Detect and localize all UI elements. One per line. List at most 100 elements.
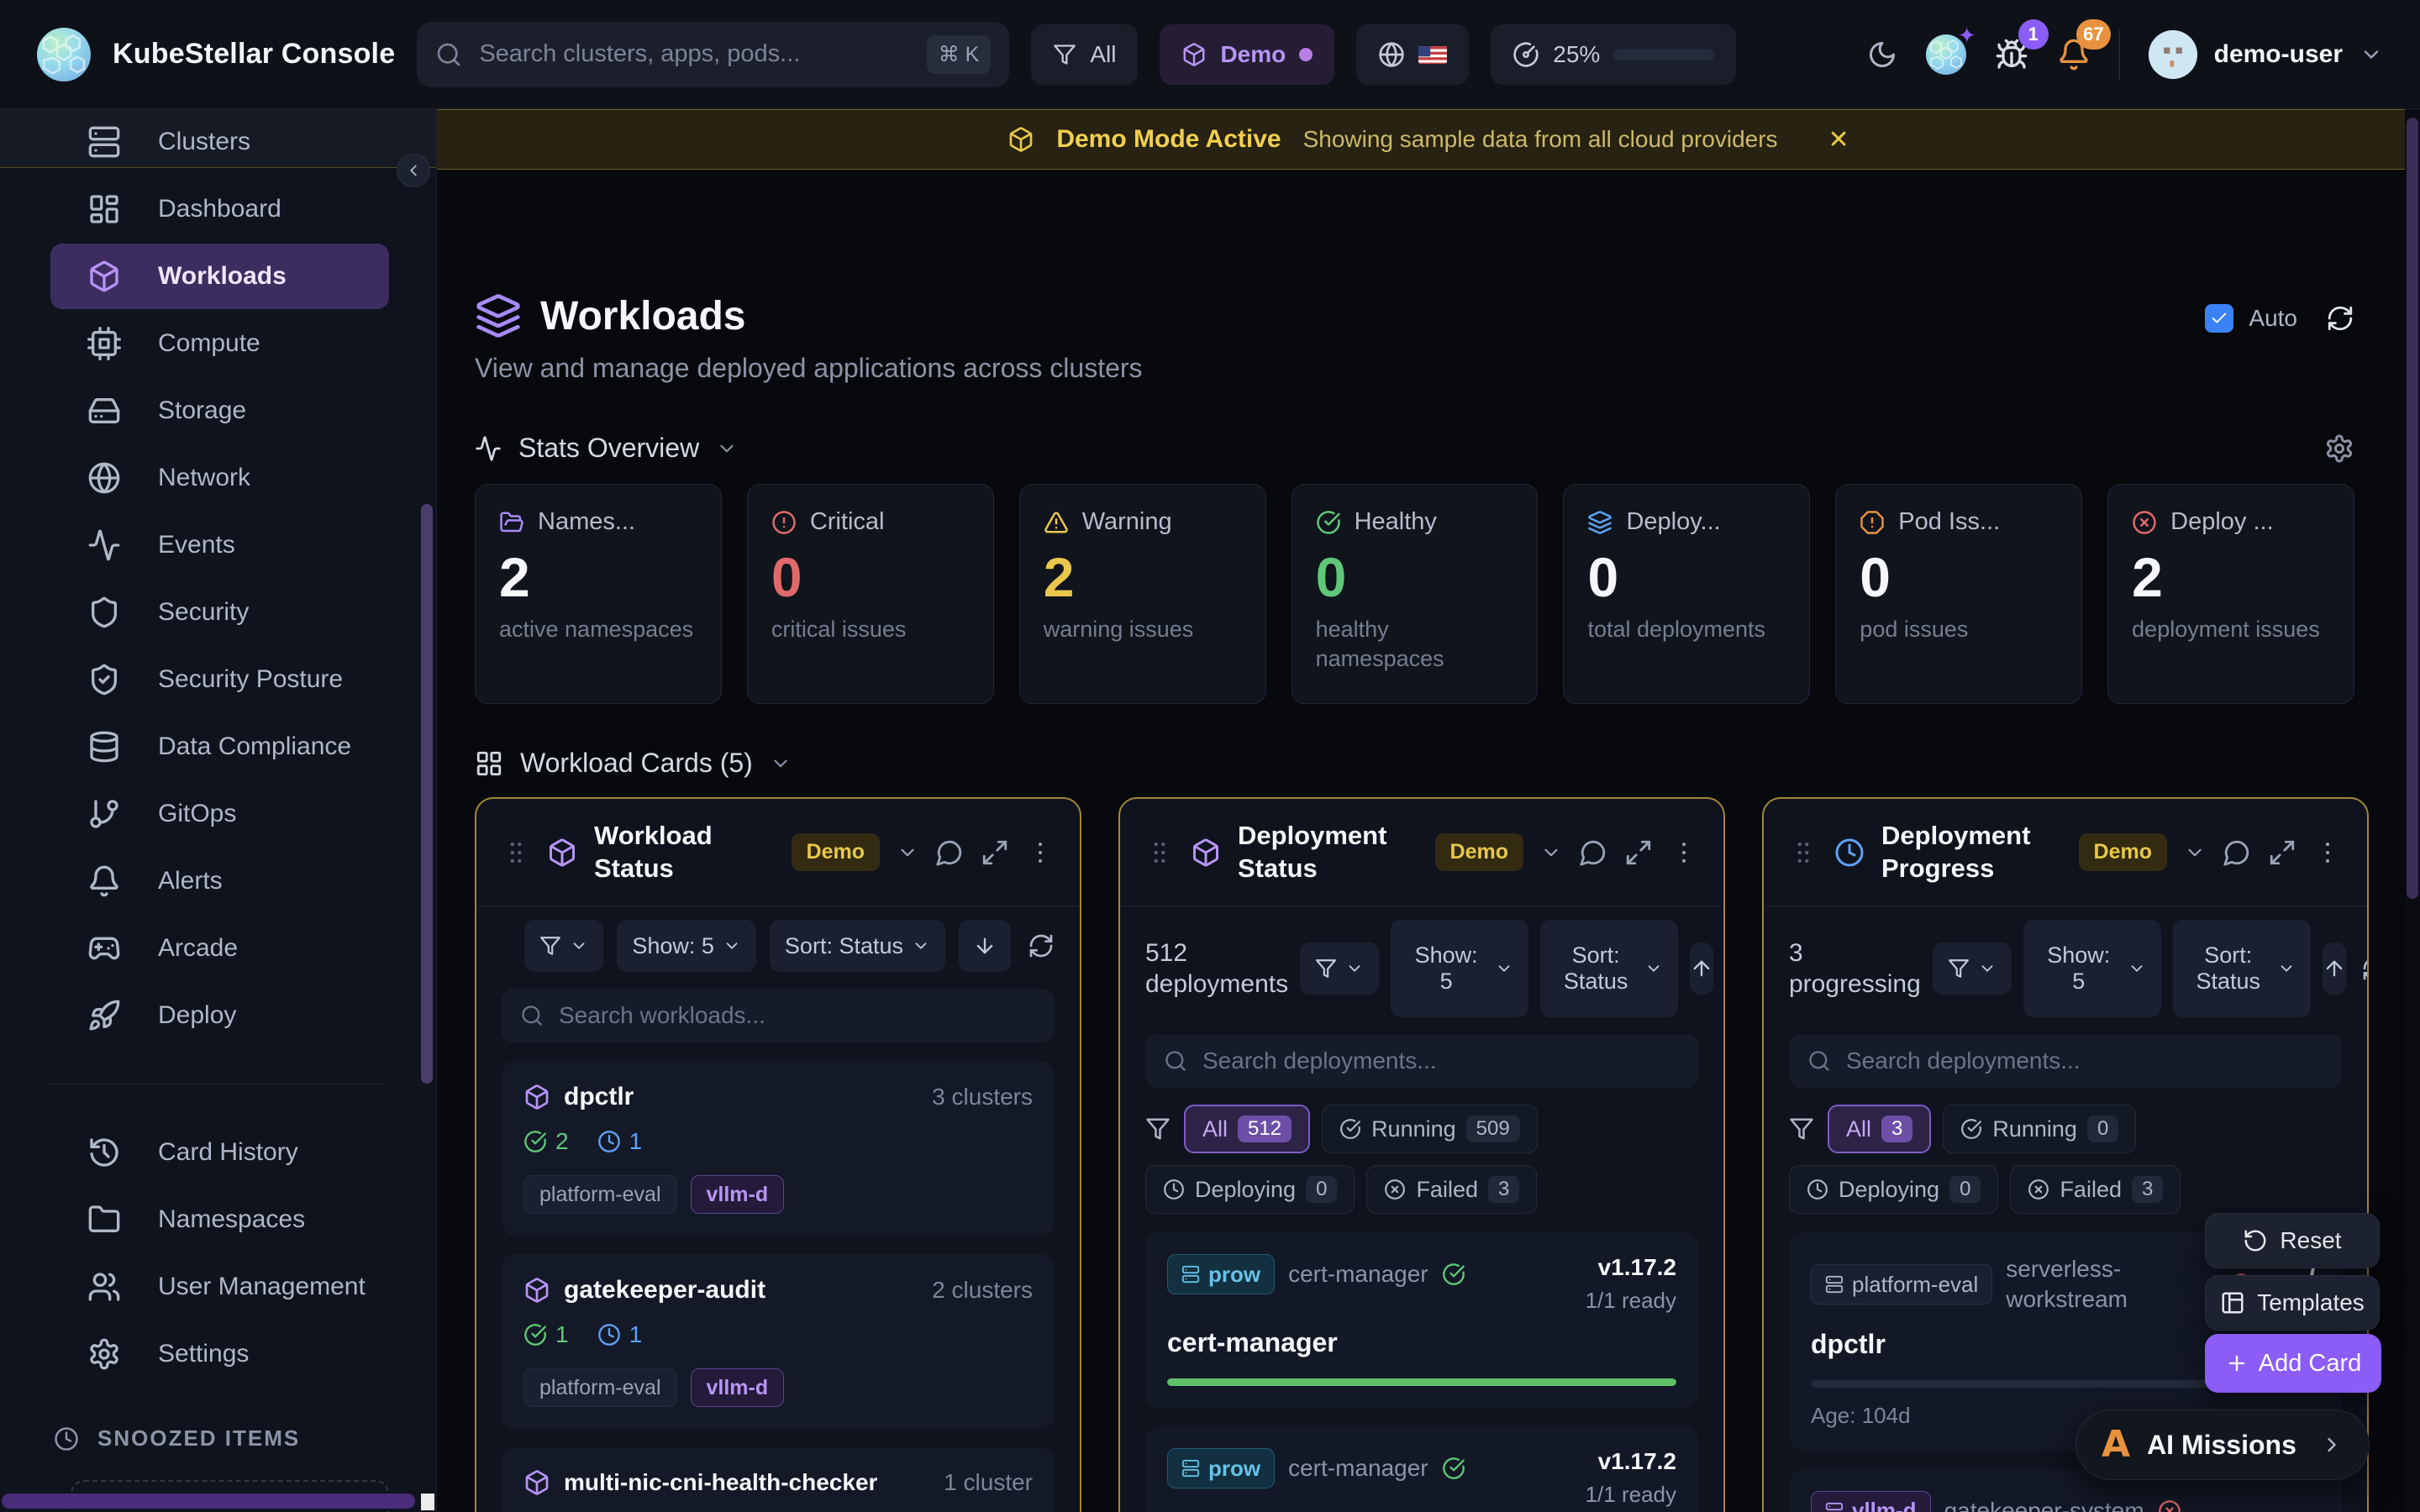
filter-pill-all[interactable]: All512 — [1184, 1105, 1310, 1153]
sidebar-item-workloads[interactable]: Workloads — [50, 244, 389, 309]
filter-pill-deploying[interactable]: Deploying0 — [1789, 1165, 1998, 1214]
sort-direction-button[interactable] — [2323, 942, 2346, 995]
usage-meter[interactable]: 25% — [1491, 24, 1736, 85]
page-scrollbar[interactable] — [2405, 109, 2420, 1512]
workload-row-gatekeeper-audit[interactable]: gatekeeper-audit 2 clusters 1 1 platform… — [502, 1254, 1055, 1429]
sidebar-vertical-scrollbar[interactable] — [421, 504, 433, 1084]
filter-pill-deploying[interactable]: Deploying0 — [1145, 1165, 1355, 1214]
stat-card-pod-issues[interactable]: Pod Iss... 0 pod issues — [1835, 484, 2082, 704]
chevron-down-icon[interactable] — [897, 842, 918, 864]
sidebar-item-alerts[interactable]: Alerts — [50, 848, 389, 914]
filter-pill-failed[interactable]: Failed3 — [2010, 1165, 2181, 1214]
sidebar-item-dashboard[interactable]: Dashboard — [50, 176, 389, 242]
tag-vllm-d[interactable]: vllm-d — [691, 1175, 785, 1214]
banner-close-button[interactable]: ✕ — [1828, 125, 1849, 155]
language-button[interactable] — [1356, 24, 1469, 85]
global-search-input[interactable] — [479, 40, 909, 68]
drag-handle-icon[interactable] — [502, 838, 530, 867]
ai-missions-button[interactable]: A AI Missions — [2075, 1410, 2370, 1480]
deployments-search-input[interactable] — [1846, 1047, 2323, 1074]
sidebar-item-events[interactable]: Events — [50, 512, 389, 578]
drag-handle-icon[interactable] — [1145, 838, 1174, 867]
stat-card-warning[interactable]: Warning 2 warning issues — [1019, 484, 1266, 704]
reset-button[interactable]: Reset — [2205, 1213, 2380, 1268]
kebab-menu-icon[interactable] — [2313, 838, 2342, 867]
comment-icon[interactable] — [2223, 838, 2251, 867]
tag-platform-eval[interactable]: platform-eval — [523, 1175, 677, 1214]
deployments-search[interactable] — [1145, 1034, 1698, 1088]
refresh-icon[interactable] — [2361, 955, 2369, 982]
sort-dropdown-button[interactable]: Sort: Status — [770, 920, 945, 972]
deployment-row-cert-manager[interactable]: prow cert-manager v1.17.2 1/1 ready cert… — [1145, 1232, 1698, 1408]
stat-card-deployments[interactable]: Deploy... 0 total deployments — [1563, 484, 1810, 704]
theme-toggle-button[interactable] — [1867, 39, 1897, 70]
sidebar-item-clusters[interactable]: Clusters — [50, 109, 389, 175]
sidebar-item-gitops[interactable]: GitOps — [50, 781, 389, 847]
sidebar-item-arcade[interactable]: Arcade — [50, 916, 389, 981]
page-scrollbar-thumb[interactable] — [2407, 118, 2418, 899]
stat-card-healthy[interactable]: Healthy 0 healthy namespaces — [1292, 484, 1539, 704]
refresh-icon[interactable] — [1028, 932, 1055, 959]
deployment-row-cainjector[interactable]: prow cert-manager v1.17.2 1/1 ready cert… — [1145, 1426, 1698, 1512]
notifications-button[interactable]: 67 — [2057, 38, 2091, 71]
auto-checkbox[interactable] — [2205, 304, 2233, 333]
sidebar-item-storage[interactable]: Storage — [50, 378, 389, 444]
show-dropdown-button[interactable]: Show: 5 — [2023, 920, 2161, 1017]
chevron-down-icon[interactable] — [2184, 842, 2206, 864]
tag-platform-eval[interactable]: platform-eval — [523, 1368, 677, 1407]
sidebar-item-security[interactable]: Security — [50, 580, 389, 645]
workload-row-multi-nic[interactable]: multi-nic-cni-health-checker 1 cluster 1 — [502, 1447, 1055, 1512]
stat-card-namespaces[interactable]: Names... 2 active namespaces — [475, 484, 722, 704]
tag-vllm-d[interactable]: vllm-d — [691, 1368, 785, 1407]
sort-dropdown-button[interactable]: Sort: Status — [1540, 920, 1678, 1017]
expand-icon[interactable] — [2268, 838, 2296, 867]
stat-card-critical[interactable]: Critical 0 critical issues — [747, 484, 994, 704]
templates-button[interactable]: Templates — [2205, 1275, 2380, 1331]
comment-icon[interactable] — [935, 838, 964, 867]
kebab-menu-icon[interactable] — [1026, 838, 1055, 867]
sidebar-item-card-history[interactable]: Card History — [50, 1120, 389, 1185]
sidebar-item-deploy[interactable]: Deploy — [50, 983, 389, 1048]
filter-pill-running[interactable]: Running0 — [1943, 1105, 2136, 1153]
demo-mode-button[interactable]: Demo — [1160, 24, 1334, 85]
global-search[interactable]: ⌘ K — [417, 22, 1009, 87]
chevron-down-icon[interactable] — [1540, 842, 1562, 864]
filter-dropdown-button[interactable] — [1300, 942, 1379, 995]
deployments-search[interactable] — [1789, 1034, 2342, 1088]
filter-pill-failed[interactable]: Failed3 — [1366, 1165, 1537, 1214]
show-dropdown-button[interactable]: Show: 5 — [1391, 920, 1528, 1017]
sidebar-horizontal-scrollbar[interactable] — [2, 1494, 415, 1509]
workloads-search[interactable] — [502, 989, 1055, 1042]
stat-card-deployment-issues[interactable]: Deploy ... 2 deployment issues — [2107, 484, 2354, 704]
deployments-search-input[interactable] — [1202, 1047, 1680, 1074]
refresh-button[interactable] — [2326, 304, 2354, 333]
sort-dropdown-button[interactable]: Sort: Status — [2173, 920, 2311, 1017]
filter-pill-running[interactable]: Running509 — [1322, 1105, 1538, 1153]
expand-icon[interactable] — [1624, 838, 1653, 867]
filter-pill-all[interactable]: All3 — [1828, 1105, 1931, 1153]
filter-all-button[interactable]: All — [1031, 24, 1138, 85]
sidebar-item-settings[interactable]: Settings — [50, 1321, 389, 1387]
comment-icon[interactable] — [1579, 838, 1607, 867]
sidebar-item-user-management[interactable]: User Management — [50, 1254, 389, 1320]
show-dropdown-button[interactable]: Show: 5 — [617, 920, 756, 972]
sidebar-item-data-compliance[interactable]: Data Compliance — [50, 714, 389, 780]
kebab-menu-icon[interactable] — [1670, 838, 1698, 867]
filter-dropdown-button[interactable] — [1933, 942, 2012, 995]
sort-direction-button[interactable] — [1690, 942, 1713, 995]
debug-button[interactable]: 1 — [1995, 38, 2028, 71]
workloads-search-input[interactable] — [559, 1002, 1036, 1029]
add-card-button[interactable]: Add Card — [2205, 1334, 2381, 1393]
assistant-sphere-icon[interactable]: ✦ — [1926, 34, 1966, 75]
sort-direction-button[interactable] — [959, 920, 1011, 972]
filter-dropdown-button[interactable] — [524, 920, 603, 972]
drag-handle-icon[interactable] — [1789, 838, 1818, 867]
user-menu[interactable]: demo-user — [2149, 30, 2383, 79]
sidebar-item-compute[interactable]: Compute — [50, 311, 389, 376]
stats-overview-header[interactable]: Stats Overview — [475, 433, 2354, 464]
sidebar-item-network[interactable]: Network — [50, 445, 389, 511]
sidebar-item-security-posture[interactable]: Security Posture — [50, 647, 389, 712]
sidebar-collapse-button[interactable] — [397, 154, 430, 187]
stats-settings-button[interactable] — [2324, 433, 2354, 464]
workload-row-dpctlr[interactable]: dpctlr 3 clusters 2 1 platform-eval vllm… — [502, 1061, 1055, 1236]
